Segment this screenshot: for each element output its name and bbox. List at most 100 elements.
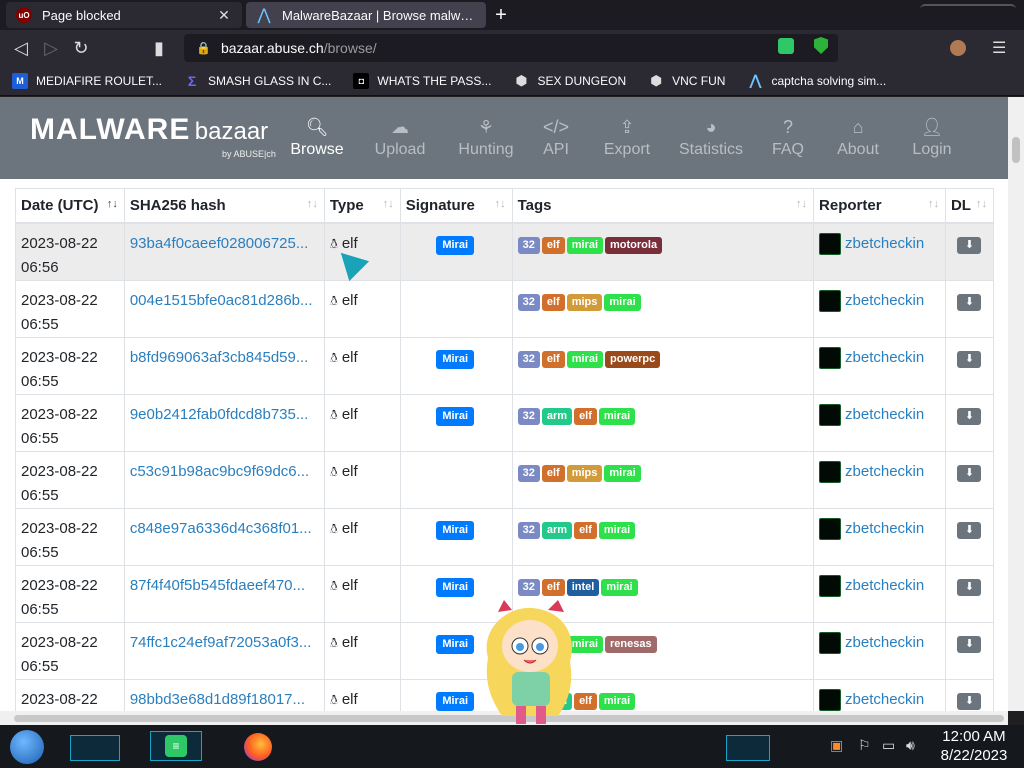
hash-link[interactable]: c848e97a6336d4c368f01... [130,520,312,537]
start-button[interactable] [10,730,44,764]
nav-browse[interactable]: 🔍︎ Browse [288,117,346,159]
tab-malwarebazaar[interactable]: ⋀ MalwareBazaar | Browse malware samples [246,2,486,28]
hash-link[interactable]: 004e1515bfe0ac81d286b... [130,292,313,309]
tag-badge[interactable]: 32 [517,407,540,425]
nav-hunting[interactable]: ⚘ Hunting [454,117,518,159]
reporter-link[interactable]: zbetcheckin [845,520,924,537]
new-tab-button[interactable]: + [490,4,512,26]
tag-badge[interactable]: elf [541,293,565,311]
bookmark-item[interactable]: ◘ WHATS THE PASS... [353,72,491,89]
column-header-type[interactable]: Type ↑↓ [323,188,401,224]
tag-badge[interactable]: mirai [604,293,641,311]
extension-icon[interactable] [778,38,794,54]
reporter-link[interactable]: zbetcheckin [845,691,924,708]
bookmark-item[interactable]: ⬢ VNC FUN [648,73,725,89]
download-icon[interactable]: ⬇ [957,578,982,596]
nav-upload[interactable]: ☁ Upload [370,117,430,159]
tag-badge[interactable]: 32 [517,350,540,368]
hash-link[interactable]: 98bbd3e68d1d89f18017... [130,691,305,708]
site-logo[interactable]: MALWARE bazaar by ABUSE|ch [30,113,276,159]
reporter-link[interactable]: zbetcheckin [845,463,924,480]
system-clock[interactable]: 12:00 AM 8/22/2023 [934,727,1014,765]
tag-badge[interactable]: elf [574,407,597,425]
tag-badge[interactable]: mirai [598,407,636,425]
download-icon[interactable]: ⬇ [957,521,982,539]
column-header-signature[interactable]: Signature ↑↓ [399,188,513,224]
column-header-hash[interactable]: SHA256 hash ↑↓ [123,188,325,224]
tag-badge[interactable]: mirai [604,464,641,482]
tag-badge[interactable]: motorola [605,236,663,254]
tag-badge[interactable]: 32 [517,521,540,539]
reporter-link[interactable]: zbetcheckin [845,349,924,366]
hash-link[interactable]: 9e0b2412fab0fdcd8b735... [130,406,309,423]
forward-button[interactable]: ▷ [36,33,66,63]
bookmark-item[interactable]: M MEDIAFIRE ROULET... [12,72,162,89]
tag-badge[interactable]: mirai [598,521,636,539]
tag-badge[interactable]: mips [566,293,603,311]
signature-badge[interactable]: Mirai [436,691,475,711]
tab-page-blocked[interactable]: uO Page blocked ✕ [6,2,242,28]
tag-badge[interactable]: 32 [517,236,540,254]
tag-badge[interactable]: elf [574,521,597,539]
tag-badge[interactable]: elf [541,464,565,482]
bookmark-item[interactable]: ⋀ captcha solving sim... [747,72,886,89]
tag-badge[interactable]: renesas [605,635,657,653]
back-button[interactable]: ◁ [6,33,36,63]
flag-icon[interactable]: ⚐ [858,737,871,754]
tag-badge[interactable]: mirai [566,350,604,368]
reporter-link[interactable]: zbetcheckin [845,406,924,423]
hash-link[interactable]: 93ba4f0caeef028006725... [130,235,309,252]
firefox-icon[interactable] [244,733,272,761]
reload-button[interactable]: ↻ [66,33,96,63]
download-icon[interactable]: ⬇ [957,293,982,311]
download-icon[interactable]: ⬇ [957,692,982,710]
tag-badge[interactable]: elf [541,236,565,254]
reporter-link[interactable]: zbetcheckin [845,577,924,594]
tag-badge[interactable]: intel [566,578,600,596]
url-bar[interactable]: 🔒 bazaar.abuse.ch/browse/ [184,34,838,62]
hash-link[interactable]: c53c91b98ac9bc9f69dc6... [130,463,309,480]
bookmark-icon[interactable]: ▮ [144,33,174,63]
tag-badge[interactable]: elf [541,578,565,596]
tag-badge[interactable]: elf [541,350,565,368]
tag-badge[interactable]: powerpc [605,350,661,368]
tag-badge[interactable]: arm [541,521,573,539]
network-icon[interactable]: ▭ [882,737,895,754]
scrollbar-thumb[interactable] [1012,137,1020,163]
reporter-link[interactable]: zbetcheckin [845,634,924,651]
bookmark-item[interactable]: Σ SMASH GLASS IN C... [184,73,332,89]
column-header-date[interactable]: Date (UTC) ↑↓ [15,188,125,224]
nav-login[interactable]: 👤︎ Login [910,117,954,159]
download-icon[interactable]: ⬇ [957,464,982,482]
signature-badge[interactable]: Mirai [436,577,475,597]
download-icon[interactable]: ⬇ [957,236,982,254]
signature-badge[interactable]: Mirai [436,406,475,426]
taskbar-app-button[interactable]: ≡ [150,731,202,761]
vertical-scrollbar[interactable] [1008,97,1024,711]
column-header-dl[interactable]: DL ↑↓ [944,188,995,224]
tag-badge[interactable]: mirai [598,692,636,710]
signature-badge[interactable]: Mirai [436,634,475,654]
column-header-reporter[interactable]: Reporter ↑↓ [813,188,946,224]
reporter-link[interactable]: zbetcheckin [845,292,924,309]
hash-link[interactable]: 74ffc1c24ef9af72053a0f3... [130,634,312,651]
tag-badge[interactable]: mirai [566,236,604,254]
signature-badge[interactable]: Mirai [436,520,475,540]
tag-badge[interactable]: mirai [601,578,638,596]
download-icon[interactable]: ⬇ [957,407,982,425]
volume-icon[interactable]: 🔊︎ [906,737,915,754]
tag-badge[interactable]: arm [541,407,573,425]
download-icon[interactable]: ⬇ [957,350,982,368]
reporter-link[interactable]: zbetcheckin [845,235,924,252]
nav-api[interactable]: </> API [539,117,573,159]
hash-link[interactable]: 87f4f40f5b545fdaeef470... [130,577,305,594]
tag-badge[interactable]: 32 [517,578,540,596]
close-icon[interactable]: ✕ [216,7,232,24]
tag-badge[interactable]: mips [566,464,603,482]
nav-faq[interactable]: ? FAQ [770,117,806,159]
hamburger-menu-icon[interactable]: ☰ [992,38,1006,58]
nav-statistics[interactable]: ◕ Statistics [678,117,744,159]
nav-about[interactable]: ⌂ About [834,117,882,159]
nav-export[interactable]: ⇪ Export [600,117,654,159]
avatar[interactable] [950,40,966,56]
